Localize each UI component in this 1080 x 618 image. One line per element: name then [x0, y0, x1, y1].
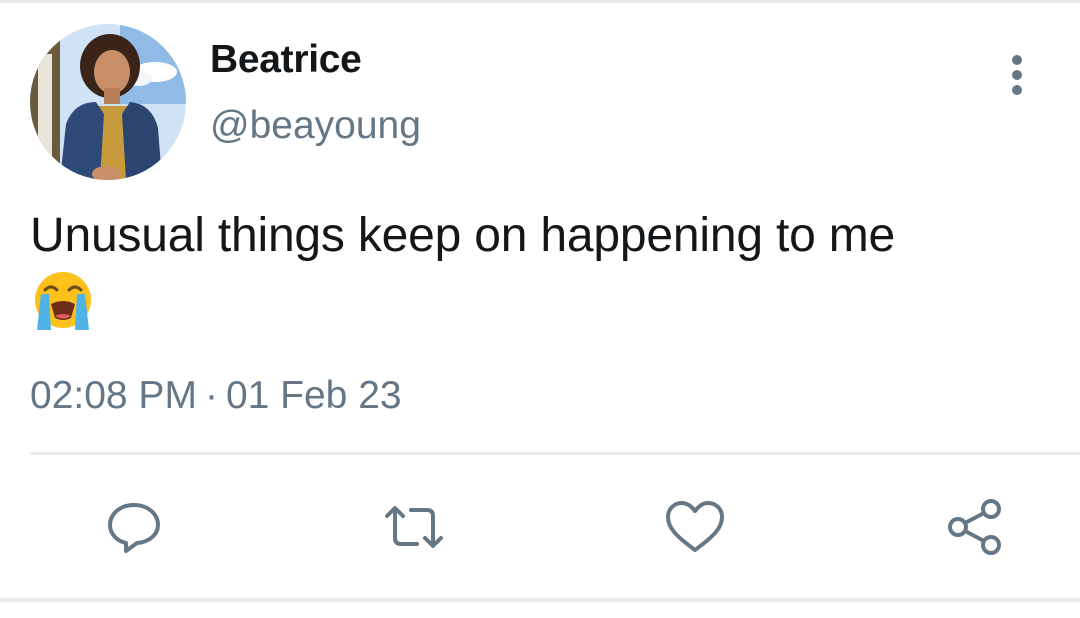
reply-button[interactable]	[103, 496, 165, 558]
reply-icon	[108, 503, 160, 553]
divider	[30, 452, 1080, 455]
more-options-button[interactable]	[1002, 52, 1032, 98]
tweet-text: Unusual things keep on happening to me	[30, 209, 896, 262]
avatar[interactable]	[30, 24, 186, 180]
top-divider	[0, 0, 1080, 3]
tweet-time: 02:08 PM	[30, 374, 197, 417]
retweet-icon	[385, 506, 443, 548]
avatar-photo	[30, 24, 186, 180]
share-icon	[948, 499, 1001, 555]
timestamp-separator: ·	[204, 374, 218, 417]
retweet-button[interactable]	[383, 496, 445, 558]
like-button[interactable]	[664, 496, 726, 558]
tweet-detail-view: Beatrice @beayoung Unusual things keep o…	[0, 0, 1080, 618]
author-name[interactable]: Beatrice	[210, 38, 362, 82]
tweet-date: 01 Feb 23	[225, 374, 402, 417]
author-handle[interactable]: @beayoung	[210, 104, 421, 148]
heart-icon	[666, 501, 724, 552]
loudly-crying-face-emoji	[31, 268, 95, 332]
share-button[interactable]	[944, 496, 1006, 558]
tweet-timestamp[interactable]: 02:08 PM · 01 Feb 23	[30, 374, 402, 418]
bottom-divider	[0, 598, 1080, 602]
vertical-dots-icon	[1012, 55, 1022, 95]
